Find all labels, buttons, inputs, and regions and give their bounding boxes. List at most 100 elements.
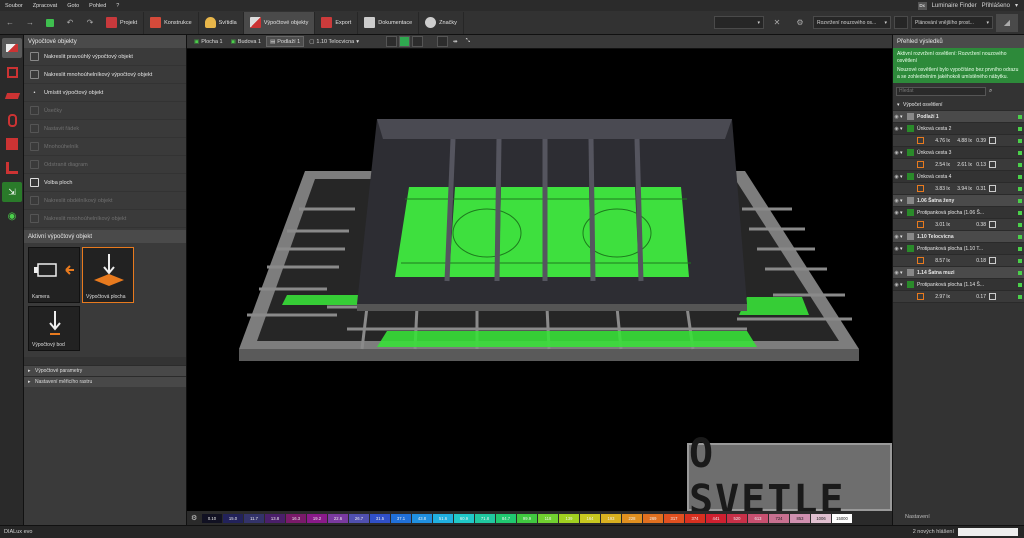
section-measurement-grid[interactable]: ▸ Nastavení měřicího rastru — [24, 376, 186, 387]
chevron-down-icon[interactable]: ▾ — [900, 270, 907, 276]
tab-project[interactable]: Projekt — [100, 11, 145, 34]
chart-icon[interactable] — [989, 221, 996, 228]
result-group[interactable]: ◉ ▾ 1.14 Šatna muzi — [893, 267, 1024, 279]
3d-viewport[interactable]: O SVETLE — [187, 49, 892, 523]
breadcrumb-site[interactable]: ▣ Plocha 1 — [191, 36, 226, 47]
room-icon[interactable] — [2, 158, 22, 178]
emergency-exit-icon[interactable]: ⇲ — [2, 182, 22, 202]
tile-scroll[interactable] — [24, 357, 186, 365]
result-group[interactable]: ◉ ▾ 1.10 Telocvicna — [893, 231, 1024, 243]
tab-marks[interactable]: Značky — [419, 11, 464, 34]
option-select-surfaces[interactable]: Volba ploch — [24, 174, 186, 192]
eye-icon[interactable]: ◉ — [2, 206, 22, 226]
chart-icon[interactable] — [989, 161, 996, 168]
tab-export[interactable]: Export — [315, 11, 359, 34]
cube-icon[interactable] — [2, 62, 22, 82]
chevron-down-icon[interactable]: ▾ — [900, 174, 907, 180]
result-item[interactable]: ◉ ▾ Protipanková plocha (1.14 Š... — [893, 279, 1024, 291]
option-draw-rect[interactable]: Nakreslit pravoúhlý výpočtový objekt — [24, 48, 186, 66]
breadcrumb-room[interactable]: ▢ 1.10 Telocvicna ▾ — [306, 36, 362, 47]
chevron-down-icon[interactable]: ▾ — [900, 282, 907, 288]
planning-select[interactable]: Plánování vnějšího prost... ▾ — [911, 16, 993, 29]
chart-icon[interactable] — [989, 185, 996, 192]
visibility-eye-icon[interactable]: ◉ — [893, 210, 900, 216]
chart-icon[interactable] — [989, 137, 996, 144]
floor-icon[interactable] — [2, 86, 22, 106]
wireframe-view-button[interactable] — [411, 36, 423, 47]
fit-tool-button[interactable]: ⤡ — [463, 36, 473, 47]
chart-icon[interactable] — [989, 257, 996, 264]
filter-select[interactable]: ▾ — [714, 16, 764, 29]
section-calc-header[interactable]: ▾ Výpočet osvětlení — [893, 99, 1024, 111]
chevron-down-icon[interactable]: ▾ — [900, 150, 907, 156]
tile-calc-point[interactable]: Výpočtový bod — [28, 306, 80, 351]
visibility-eye-icon[interactable]: ◉ — [893, 150, 900, 156]
visibility-eye-icon[interactable]: ◉ — [893, 270, 900, 276]
luminaire-finder-link[interactable]: Luminaire Finder — [932, 3, 977, 9]
search-icon[interactable]: ⌕ — [989, 88, 992, 95]
chevron-down-icon[interactable]: ▾ — [900, 126, 907, 132]
grid-view-button[interactable] — [385, 36, 397, 47]
scenario-extra-button[interactable] — [894, 16, 908, 29]
chevron-down-icon[interactable]: ▾ — [900, 114, 907, 120]
visibility-eye-icon[interactable]: ◉ — [893, 282, 900, 288]
result-item[interactable]: ◉ ▾ Únková cesta 4 — [893, 171, 1024, 183]
tile-calc-surface[interactable]: Výpočtová plocha — [82, 247, 134, 303]
chevron-down-icon[interactable]: ▾ — [900, 210, 907, 216]
visibility-eye-icon[interactable]: ◉ — [893, 234, 900, 240]
tab-calculation-objects[interactable]: Výpočtové objekty — [243, 11, 316, 34]
back-icon[interactable]: ← — [0, 16, 20, 30]
menu-file[interactable]: Soubor — [0, 3, 28, 9]
visibility-eye-icon[interactable]: ◉ — [893, 174, 900, 180]
breadcrumb-building[interactable]: ▣ Budova 1 — [228, 36, 264, 47]
chevron-down-icon[interactable]: ▾ — [900, 234, 907, 240]
close-icon[interactable]: ✕ — [767, 16, 787, 30]
result-item[interactable]: ◉ ▾ Protipanková plocha (1.10 T... — [893, 243, 1024, 255]
menu-help[interactable]: ? — [111, 3, 124, 9]
select-tool-button[interactable] — [436, 36, 448, 47]
measure-tool-button[interactable]: ⇹ — [450, 36, 461, 47]
result-values: 3.01 lx 0.38 — [893, 219, 1024, 231]
menu-view[interactable]: Pohled — [84, 3, 111, 9]
gear-icon[interactable]: ⚙ — [790, 16, 810, 30]
visibility-eye-icon[interactable]: ◉ — [893, 246, 900, 252]
search-input[interactable] — [896, 86, 986, 96]
undo-icon[interactable]: ↶ — [60, 16, 80, 30]
result-item[interactable]: ◉ ▾ Únková cesta 2 — [893, 123, 1024, 135]
status-dot — [1018, 186, 1022, 191]
chart-icon[interactable] — [989, 293, 996, 300]
save-icon[interactable] — [40, 16, 60, 30]
chevron-down-icon[interactable]: ▾ — [900, 198, 907, 204]
calc-objects-strip-icon[interactable] — [2, 38, 22, 58]
scale-settings-label[interactable]: Nastavení — [905, 514, 930, 520]
cylinder-icon[interactable] — [2, 110, 22, 130]
forward-icon[interactable]: → — [20, 16, 40, 30]
redo-icon[interactable]: ↷ — [80, 16, 100, 30]
option-draw-polygon[interactable]: Nakreslit mnohoúhelníkový výpočtový obje… — [24, 66, 186, 84]
option-place-object[interactable]: • Umístit výpočtový objekt — [24, 84, 186, 102]
tile-camera[interactable]: Kamera — [28, 247, 80, 303]
visibility-eye-icon[interactable]: ◉ — [893, 114, 900, 120]
result-item[interactable]: ◉ ▾ Protipanková plocha (1.06 Š... — [893, 207, 1024, 219]
view-mode-icon[interactable]: ◢ — [996, 13, 1018, 32]
result-group[interactable]: ◉ ▾ 1.06 Šatna ženy — [893, 195, 1024, 207]
tab-construction[interactable]: Konstrukce — [144, 11, 199, 34]
chevron-down-icon[interactable]: ▾ — [900, 246, 907, 252]
tab-luminaires[interactable]: Svítidla — [199, 11, 244, 34]
scale-settings-icon[interactable]: ⚙ — [191, 514, 201, 522]
dropdown-arrow-icon[interactable]: ▾ — [1015, 2, 1018, 9]
login-link[interactable]: Přihlášeno — [982, 3, 1010, 9]
visibility-eye-icon[interactable]: ◉ — [893, 126, 900, 132]
falsecolor-view-button[interactable] — [398, 36, 410, 47]
result-group[interactable]: ◉ ▾ Podlaží 1 — [893, 111, 1024, 123]
lighting-scenario-select[interactable]: Rozvržení nouzového os... ▾ — [813, 16, 891, 29]
result-item[interactable]: ◉ ▾ Únková cesta 3 — [893, 147, 1024, 159]
messages-label[interactable]: 2 nových hlášení — [913, 529, 954, 535]
breadcrumb-floor[interactable]: ▤ Podlaží 1 — [266, 36, 305, 47]
menu-process[interactable]: Zpracovat — [28, 3, 62, 9]
menu-goto[interactable]: Goto — [62, 3, 84, 9]
wall-icon[interactable] — [2, 134, 22, 154]
visibility-eye-icon[interactable]: ◉ — [893, 198, 900, 204]
section-calc-params[interactable]: ▸ Výpočtové parametry — [24, 365, 186, 376]
tab-documentation[interactable]: Dokumentace — [358, 11, 420, 34]
